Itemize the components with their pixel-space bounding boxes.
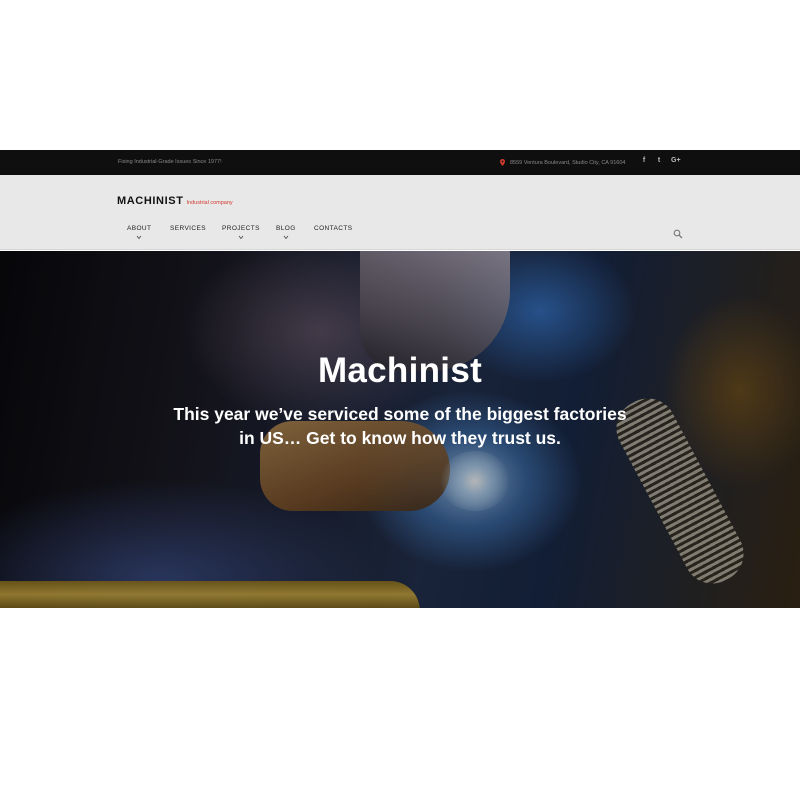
tagline: Fixing Industrial-Grade Issues Since 197… xyxy=(118,159,222,165)
nav-item-contacts[interactable]: CONTACTS xyxy=(314,225,352,232)
nav-item-blog[interactable]: BLOG xyxy=(276,225,296,240)
nav-item-label: PROJECTS xyxy=(222,225,260,232)
facebook-icon[interactable]: f xyxy=(641,157,647,164)
nav-item-label: ABOUT xyxy=(127,225,152,232)
hero-banner: Machinist This year we’ve serviced some … xyxy=(0,251,800,608)
top-bar: Fixing Industrial-Grade Issues Since 197… xyxy=(0,150,800,175)
twitter-icon[interactable]: t xyxy=(656,157,662,164)
address-text: 8559 Ventura Boulevard, Studio City, CA … xyxy=(510,159,626,166)
nav-item-about[interactable]: ABOUT xyxy=(127,225,151,240)
chevron-down-icon xyxy=(283,235,289,240)
nav-item-label: SERVICES xyxy=(170,225,206,232)
address: 8559 Ventura Boulevard, Studio City, CA … xyxy=(500,159,625,166)
search-icon[interactable] xyxy=(673,229,683,239)
brand-subtitle: Industrial company xyxy=(186,200,233,206)
social-links: f t G+ xyxy=(641,157,681,164)
hero-title: Machinist xyxy=(317,351,483,390)
chevron-down-icon xyxy=(136,235,142,240)
google-plus-icon[interactable]: G+ xyxy=(671,157,681,164)
chevron-down-icon xyxy=(238,235,244,240)
nav-item-projects[interactable]: PROJECTS xyxy=(222,225,260,240)
nav-item-label: BLOG xyxy=(276,225,296,232)
brand-name: MACHINIST xyxy=(117,195,184,207)
nav-item-label: CONTACTS xyxy=(314,225,353,232)
nav-item-services[interactable]: SERVICES xyxy=(170,225,206,232)
hero-subtitle: This year we’ve serviced some of the big… xyxy=(173,404,627,448)
logo[interactable]: MACHINIST Industrial company xyxy=(117,195,233,207)
map-pin-icon xyxy=(500,159,505,166)
